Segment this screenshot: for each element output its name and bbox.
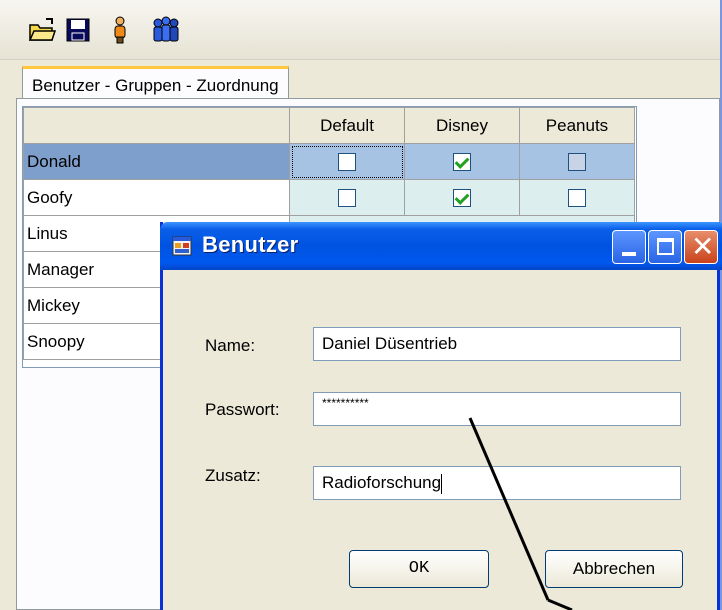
column-header-disney[interactable]: Disney [404, 107, 520, 144]
maximize-icon [657, 238, 674, 255]
checkbox[interactable] [568, 153, 586, 172]
save-icon[interactable] [62, 14, 94, 46]
extra-field[interactable]: Radioforschung [313, 466, 681, 500]
password-field[interactable]: ********** [313, 392, 681, 426]
table-row[interactable]: Goofy [23, 179, 635, 216]
tab-strip: Benutzer - Gruppen - Zuordnung [0, 60, 720, 104]
open-folder-icon[interactable] [26, 14, 58, 46]
checkbox[interactable] [453, 189, 471, 208]
checkbox[interactable] [568, 189, 586, 208]
checkbox-donald-default[interactable] [289, 143, 405, 180]
extra-field-value: Radioforschung [322, 473, 442, 492]
name-field[interactable]: Daniel Düsentrieb [313, 327, 681, 361]
checkbox-goofy-default[interactable] [289, 179, 405, 216]
name-label: Name: [205, 336, 256, 355]
maximize-button[interactable] [648, 230, 682, 264]
minimize-icon [622, 252, 636, 256]
password-label: Passwort: [205, 400, 280, 419]
column-header-default[interactable]: Default [289, 107, 405, 144]
row-name-donald[interactable]: Donald [23, 143, 290, 180]
close-button[interactable]: ✕ [684, 230, 718, 264]
checkbox-goofy-disney[interactable] [404, 179, 520, 216]
checkbox[interactable] [453, 153, 471, 172]
checkbox-goofy-peanuts[interactable] [519, 179, 635, 216]
checkbox-donald-peanuts[interactable] [519, 143, 635, 180]
cancel-button[interactable]: Abbrechen [545, 550, 683, 588]
text-caret [441, 473, 443, 494]
benutzer-dialog: Benutzer ✕ Name: Daniel Düsentrieb Passw… [160, 222, 722, 610]
close-icon: ✕ [691, 230, 715, 263]
grid-corner [23, 107, 290, 144]
users-group-icon[interactable] [150, 14, 182, 46]
ok-button[interactable]: OK [349, 550, 489, 588]
column-header-peanuts[interactable]: Peanuts [519, 107, 635, 144]
user-icon[interactable] [104, 14, 136, 46]
toolbar [0, 0, 720, 60]
minimize-button[interactable] [612, 230, 646, 264]
dialog-titlebar[interactable]: Benutzer ✕ [160, 222, 722, 270]
checkbox[interactable] [338, 189, 356, 208]
table-row[interactable]: Donald [23, 143, 635, 180]
row-name-goofy[interactable]: Goofy [23, 179, 290, 216]
extra-label: Zusatz: [205, 466, 261, 485]
checkbox-donald-disney[interactable] [404, 143, 520, 180]
dialog-title: Benutzer [202, 232, 299, 257]
checkbox[interactable] [338, 153, 356, 172]
window-icon [172, 236, 192, 256]
